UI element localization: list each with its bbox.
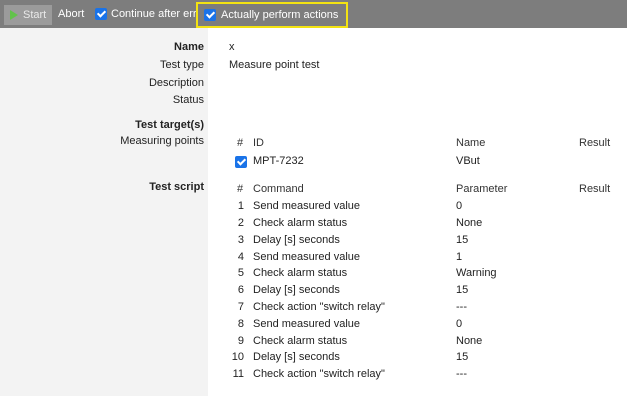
- description-label: Description: [148, 77, 204, 89]
- row-number: 10: [231, 351, 244, 363]
- row-command: Check action "switch relay": [253, 301, 385, 313]
- continue-after-error-label: Continue after error: [111, 8, 196, 20]
- row-parameter: ---: [456, 368, 467, 380]
- row-parameter: 15: [456, 351, 469, 363]
- row-parameter: 0: [456, 200, 463, 212]
- test-type-label: Test type: [159, 59, 204, 71]
- test-script-section-label: Test script: [149, 181, 204, 193]
- row-command: Send measured value: [253, 251, 361, 263]
- row-parameter: 0: [456, 318, 463, 330]
- name-label: Name: [174, 41, 204, 53]
- measuring-point-checkbox[interactable]: [235, 156, 247, 168]
- actually-perform-actions-checkbox[interactable]: Actually perform actions: [196, 2, 349, 28]
- row-number: 1: [237, 200, 244, 212]
- column-header-num: #: [237, 183, 244, 195]
- row-number: 9: [237, 335, 244, 347]
- checkbox-checked-icon[interactable]: [204, 9, 216, 21]
- row-parameter: 15: [456, 234, 469, 246]
- row-parameter: ---: [456, 301, 467, 313]
- row-parameter: Warning: [456, 267, 497, 279]
- name-value: x: [229, 41, 235, 53]
- status-label: Status: [172, 94, 204, 106]
- row-number: 11: [232, 368, 244, 380]
- row-number: 2: [237, 217, 244, 229]
- row-number: 7: [237, 301, 244, 313]
- column-header-result: Result: [579, 183, 611, 195]
- toolbar: Start Abort Continue after error Actuall…: [0, 0, 627, 28]
- row-number: 4: [237, 251, 244, 263]
- row-parameter: 15: [456, 284, 469, 296]
- row-command: Check alarm status: [253, 267, 348, 279]
- start-label: Start: [23, 9, 47, 21]
- row-parameter: 1: [456, 251, 463, 263]
- abort-label: Abort: [58, 8, 85, 20]
- measuring-point-name: VBut: [456, 155, 480, 167]
- column-header-result: Result: [579, 137, 611, 149]
- measuring-points-label: Measuring points: [120, 135, 204, 147]
- actually-perform-actions-label: Actually perform actions: [221, 9, 339, 21]
- test-targets-section-label: Test target(s): [135, 119, 204, 131]
- column-header-name: Name: [456, 137, 486, 149]
- row-command: Send measured value: [253, 200, 361, 212]
- column-header-parameter: Parameter: [456, 183, 508, 195]
- column-header-num: #: [237, 137, 244, 149]
- row-command: Delay [s] seconds: [253, 284, 340, 296]
- row-parameter: None: [456, 335, 483, 347]
- test-type-value: Measure point test: [229, 59, 320, 71]
- row-command: Send measured value: [253, 318, 361, 330]
- row-command: Check alarm status: [253, 335, 348, 347]
- measuring-point-id: MPT-7232: [253, 155, 304, 167]
- row-number: 6: [237, 284, 244, 296]
- abort-button[interactable]: Abort: [58, 0, 84, 28]
- row-parameter: None: [456, 217, 483, 229]
- column-header-command: Command: [253, 183, 304, 195]
- continue-after-error-checkbox[interactable]: Continue after error: [95, 0, 196, 28]
- row-number: 8: [237, 318, 244, 330]
- row-command: Check alarm status: [253, 217, 348, 229]
- column-header-id: ID: [253, 137, 264, 149]
- row-command: Delay [s] seconds: [253, 234, 340, 246]
- checkbox-checked-icon[interactable]: [95, 8, 107, 20]
- play-icon: [10, 10, 18, 20]
- start-button[interactable]: Start: [4, 5, 53, 25]
- row-number: 3: [237, 234, 244, 246]
- row-command: Check action "switch relay": [253, 368, 385, 380]
- row-number: 5: [237, 267, 244, 279]
- row-command: Delay [s] seconds: [253, 351, 340, 363]
